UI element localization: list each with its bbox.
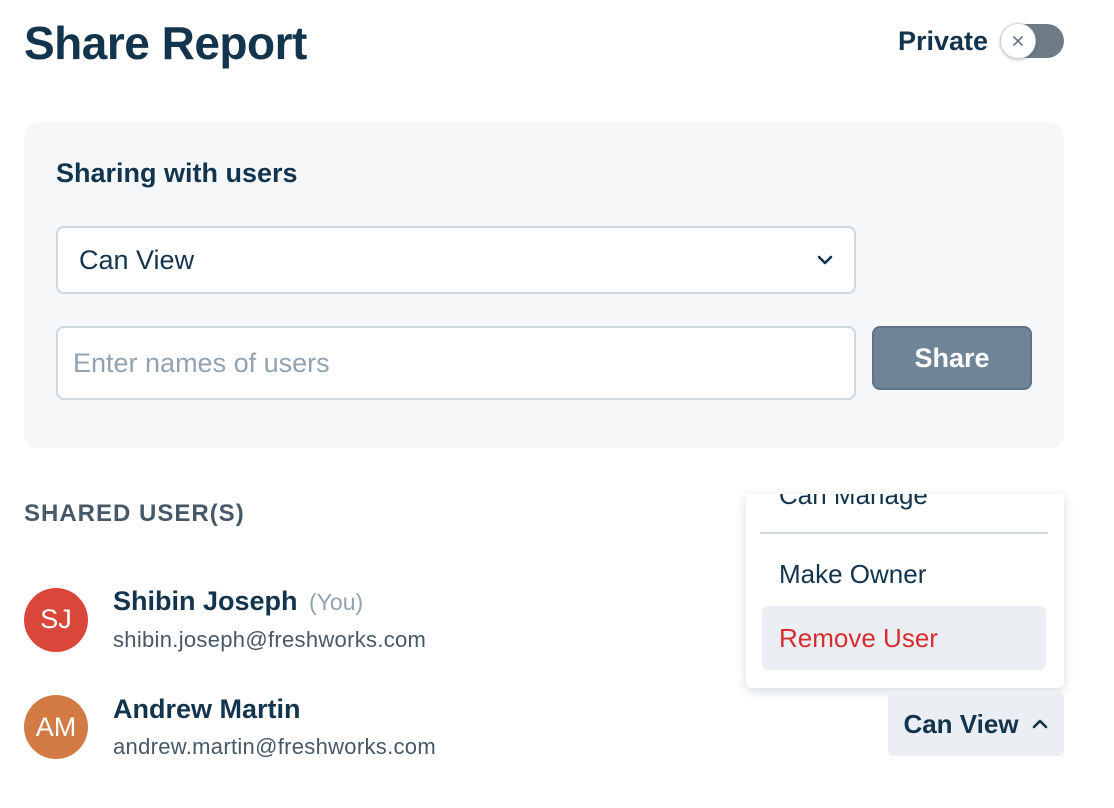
user-role-label: Can View (903, 708, 1019, 739)
privacy-label: Private (897, 25, 988, 56)
chevron-up-icon (1032, 719, 1047, 729)
menu-item-can-manage[interactable]: Can Manage (779, 494, 928, 511)
user-email: shibin.joseph@freshworks.com (113, 627, 427, 652)
permission-select[interactable]: Can View (56, 226, 856, 294)
user-info: Andrew Martin andrew.martin@freshworks.c… (113, 692, 436, 762)
toggle-knob[interactable] (1000, 23, 1036, 59)
privacy-control: Private (897, 23, 1064, 59)
user-name-line: Andrew Martin (113, 692, 436, 726)
chevron-down-icon (817, 255, 833, 265)
user-info: Shibin Joseph (You) shibin.joseph@freshw… (113, 584, 426, 655)
menu-item-make-owner[interactable]: Make Owner (762, 542, 1046, 606)
permission-select-value: Can View (79, 244, 195, 275)
menu-divider (760, 532, 1048, 534)
current-user-tag: (You) (309, 589, 364, 615)
avatar: SJ (24, 587, 88, 652)
private-toggle[interactable] (1000, 23, 1064, 59)
user-name: Andrew Martin (113, 694, 301, 724)
sharing-heading: Sharing with users (56, 158, 298, 188)
user-name: Shibin Joseph (113, 586, 298, 616)
user-name-line: Shibin Joseph (You) (113, 584, 426, 619)
close-icon (1013, 36, 1023, 46)
menu-item-remove-user[interactable]: Remove User (762, 606, 1046, 670)
shared-user-row: AM Andrew Martin andrew.martin@freshwork… (24, 692, 436, 762)
user-role-dropdown-button[interactable]: Can View (888, 692, 1064, 756)
share-panel: Sharing with users Can View Share (24, 122, 1064, 448)
page-title: Share Report (24, 17, 307, 69)
role-dropdown-menu: Can Manage Make Owner Remove User (746, 494, 1064, 688)
avatar: AM (24, 695, 88, 759)
shared-users-heading: SHARED USER(S) (24, 500, 245, 527)
share-button[interactable]: Share (872, 326, 1032, 390)
user-email: andrew.martin@freshworks.com (113, 734, 436, 759)
shared-user-row: SJ Shibin Joseph (You) shibin.joseph@fre… (24, 584, 426, 655)
user-names-input[interactable] (56, 326, 856, 400)
